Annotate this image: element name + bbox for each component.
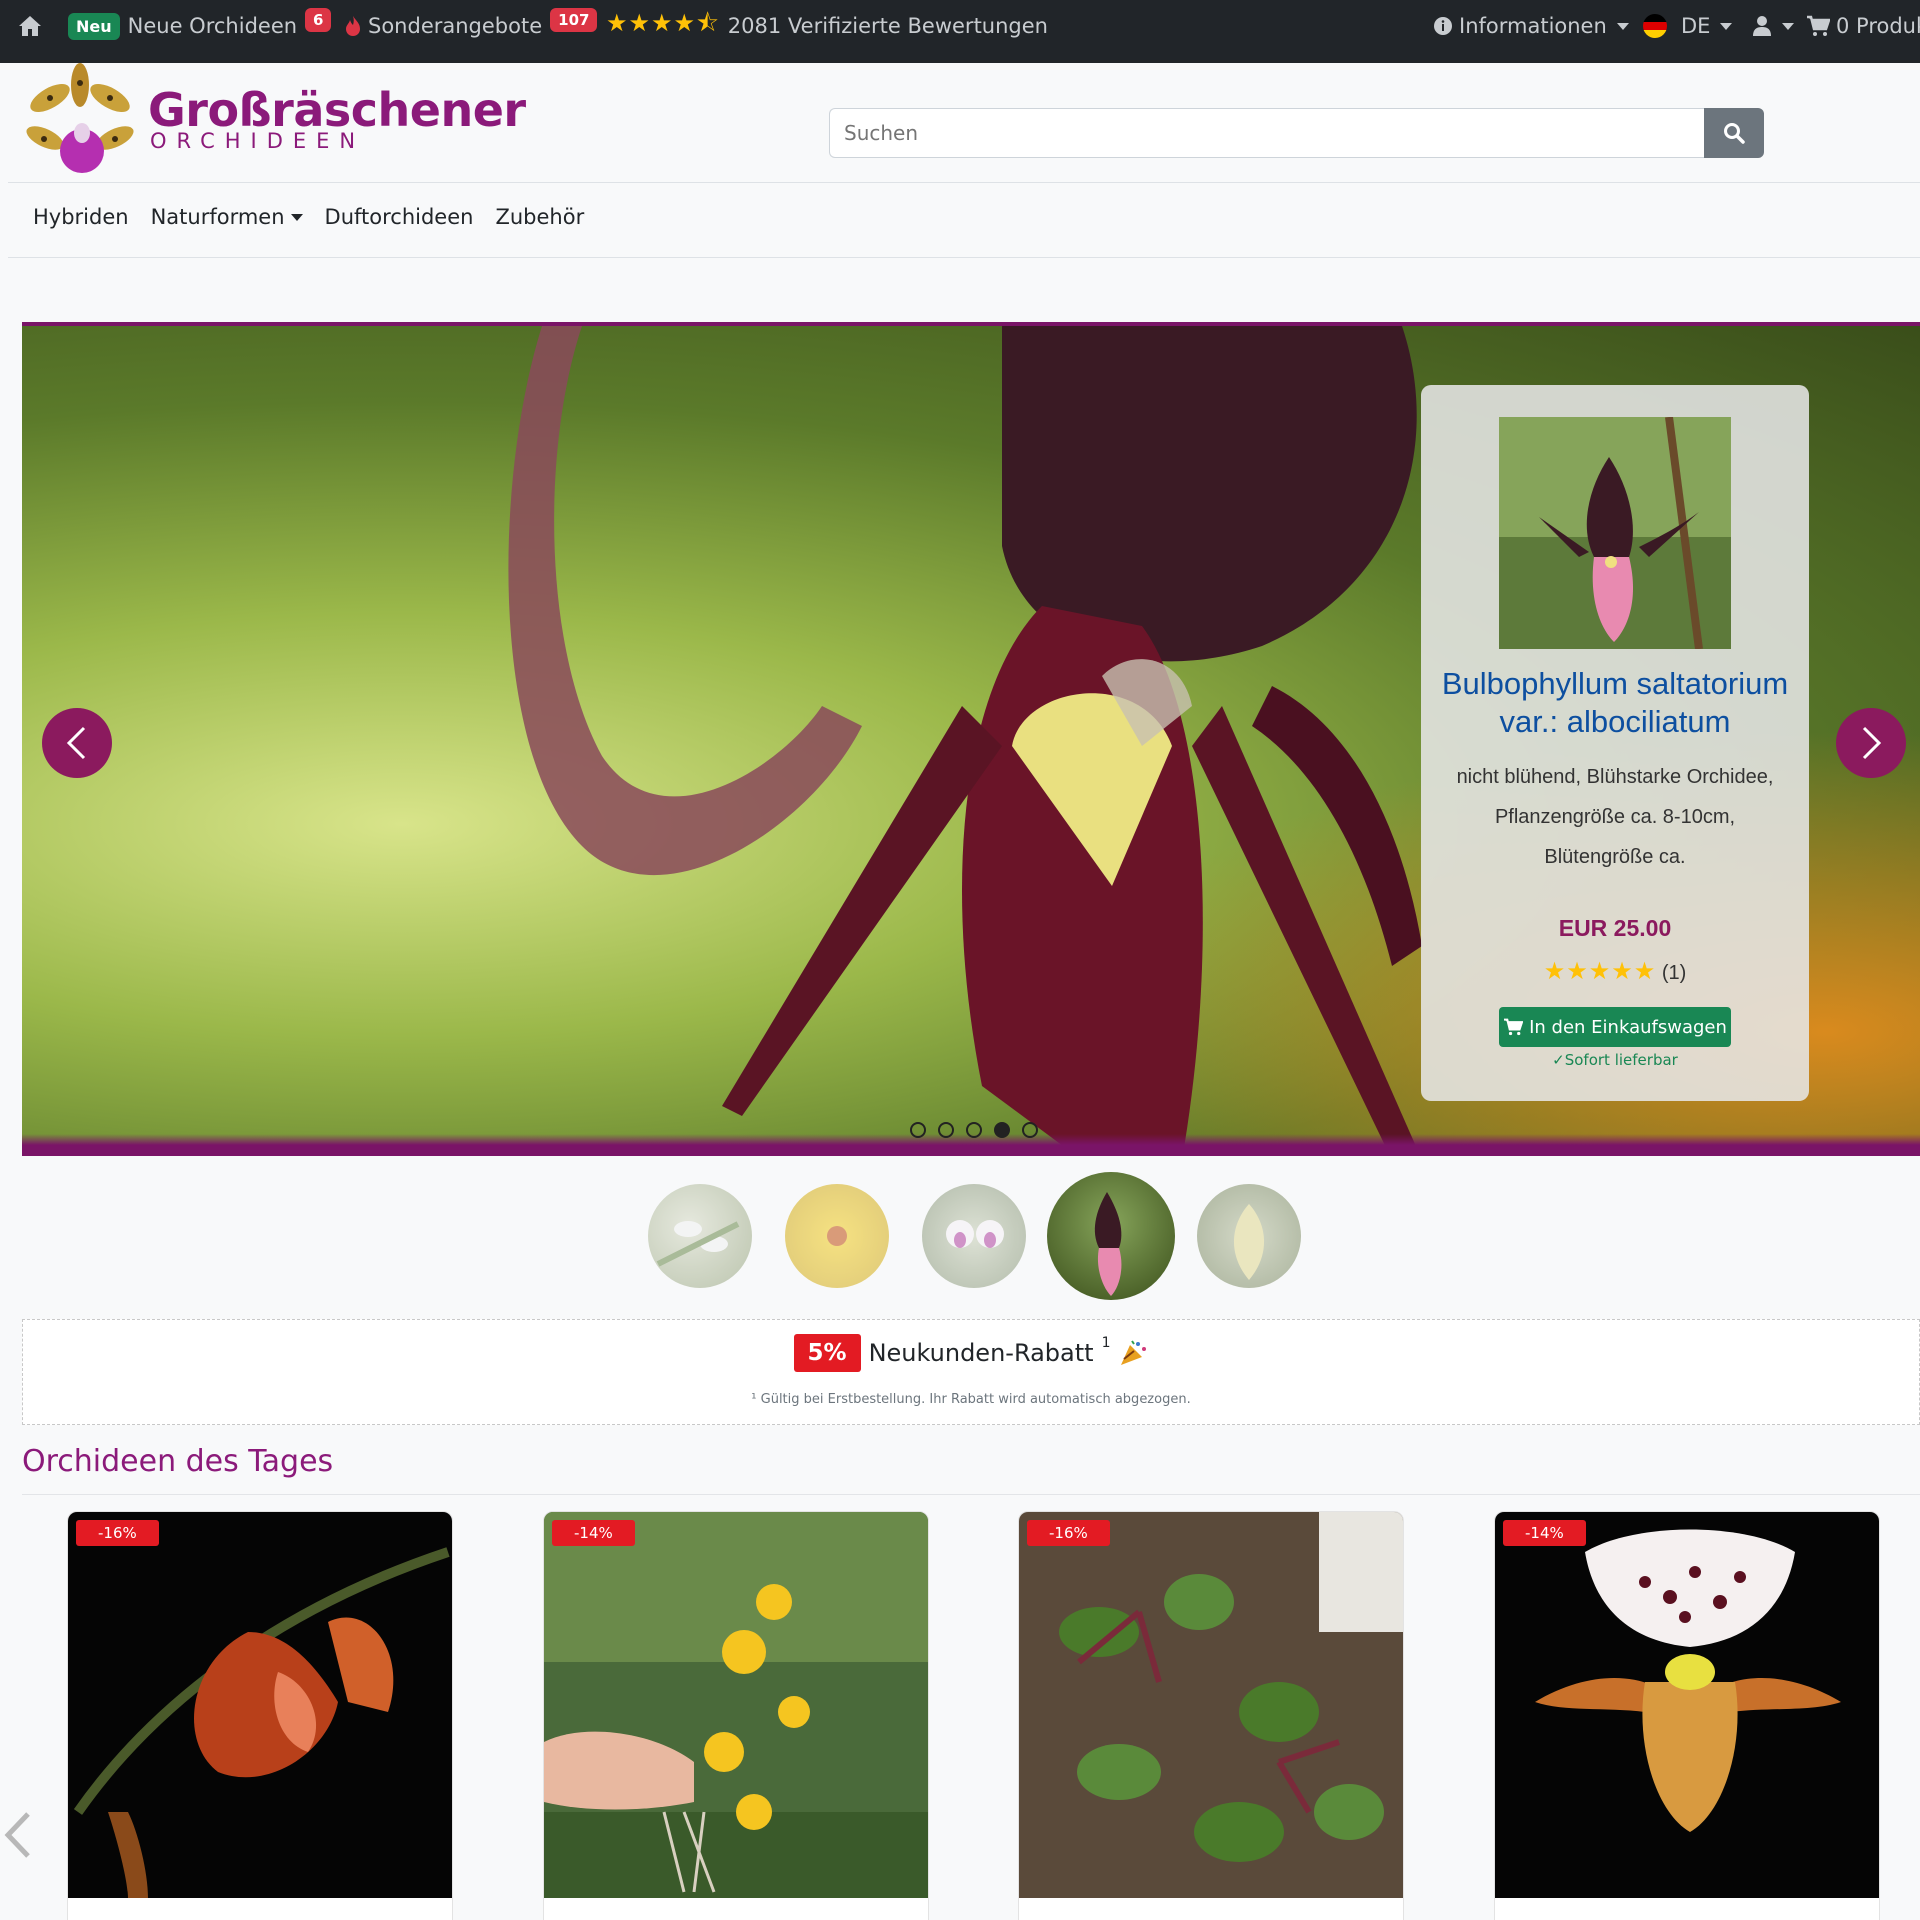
chevron-down-icon	[1720, 22, 1733, 30]
rating-count: (1)	[1661, 962, 1687, 984]
language-dropdown[interactable]: DE	[1643, 0, 1733, 52]
product-card[interactable]: -14%	[543, 1511, 929, 1920]
carousel-next-button[interactable]	[1836, 708, 1906, 778]
product-image[interactable]	[1499, 417, 1731, 649]
sale-badge: -16%	[1027, 1520, 1110, 1546]
thumbnail-3[interactable]	[922, 1184, 1026, 1288]
special-offers-link[interactable]: Sonderangebote 107	[344, 0, 598, 52]
product-price: EUR 25.00	[1558, 915, 1672, 941]
carousel-dot[interactable]	[910, 1122, 926, 1138]
home-icon	[19, 16, 41, 36]
product-card[interactable]: -16%	[1018, 1511, 1404, 1920]
product-image	[1495, 1512, 1879, 1898]
featured-product-card: Bulbophyllum saltatorium var.: albocilia…	[1421, 385, 1809, 1101]
germany-flag-icon	[1643, 14, 1667, 38]
sale-badge: -14%	[552, 1520, 635, 1546]
search-input[interactable]	[829, 108, 1704, 158]
new-customer-discount-banner: 5% Neukunden-Rabatt 1 ¹ Gültig bei Erstb…	[22, 1319, 1920, 1425]
nav-item-duftorchideen[interactable]: Duftorchideen	[325, 205, 474, 229]
product-image	[68, 1512, 452, 1898]
search-icon	[1724, 123, 1745, 144]
new-count-badge: 6	[305, 8, 332, 32]
discount-note: ¹ Gültig bei Erstbestellung. Ihr Rabatt …	[751, 1392, 1191, 1407]
thumbnail-4-active[interactable]	[1047, 1172, 1175, 1300]
header: Großräschener ORCHIDEEN	[0, 63, 1920, 183]
orchid-logo-icon	[26, 63, 134, 173]
nav-item-label: Naturformen	[150, 205, 285, 229]
discount-label: Neukunden-Rabatt	[868, 1339, 1094, 1367]
sale-badge: -14%	[1503, 1520, 1586, 1546]
add-to-cart-button[interactable]: In den Einkaufswagen	[1499, 1007, 1731, 1047]
carousel-thumbnails	[0, 1172, 1920, 1302]
cart-icon	[1807, 15, 1830, 36]
rating-stars: ★★★★⯪	[606, 8, 720, 37]
cart-icon	[1504, 1018, 1524, 1036]
logo-subtitle: ORCHIDEEN	[150, 129, 366, 153]
product-rating: ★★★★★ (1)	[1421, 957, 1809, 986]
chevron-right-icon	[1862, 726, 1882, 760]
rating-stars: ★★★★★	[1543, 958, 1657, 985]
fire-icon	[346, 16, 360, 36]
chevron-left-icon[interactable]	[2, 1810, 32, 1860]
thumbnail-5[interactable]	[1197, 1184, 1301, 1288]
discount-footnote-marker: 1	[1101, 1335, 1111, 1351]
carousel-dot[interactable]	[1022, 1122, 1038, 1138]
add-to-cart-label: In den Einkaufswagen	[1529, 1016, 1727, 1038]
product-image	[544, 1512, 928, 1898]
thumbnail-2[interactable]	[785, 1184, 889, 1288]
chevron-left-icon	[66, 726, 86, 760]
info-icon	[1434, 17, 1452, 35]
hero-carousel: Bulbophyllum saltatorium var.: albocilia…	[22, 322, 1920, 1156]
carousel-dot[interactable]	[938, 1122, 954, 1138]
nav-item-naturformen[interactable]: Naturformen	[151, 205, 303, 229]
cart-link[interactable]: 0 Produk	[1806, 0, 1920, 52]
reviews-link[interactable]: ★★★★⯪ 2081 Verifizierte Bewertungen	[606, 0, 1048, 52]
carousel-dot[interactable]	[966, 1122, 982, 1138]
carousel-dot-active[interactable]	[994, 1122, 1010, 1138]
product-image	[1019, 1512, 1403, 1898]
home-link[interactable]	[18, 0, 42, 52]
search-button[interactable]	[1704, 108, 1764, 158]
product-card[interactable]: -16%	[67, 1511, 453, 1920]
language-label: DE	[1681, 14, 1711, 38]
user-icon	[1753, 16, 1771, 36]
sale-badge: -16%	[76, 1520, 159, 1546]
info-label: Informationen	[1459, 14, 1607, 38]
discount-badge: 5%	[793, 1334, 861, 1372]
account-dropdown[interactable]	[1752, 0, 1794, 52]
new-badge: Neu	[68, 12, 120, 40]
product-card[interactable]: -14%	[1494, 1511, 1880, 1920]
special-offers-label: Sonderangebote	[368, 14, 543, 38]
thumbnail-1[interactable]	[648, 1184, 752, 1288]
new-orchids-link[interactable]: Neu Neue Orchideen 6	[68, 0, 332, 52]
chevron-down-icon	[1616, 22, 1629, 30]
product-description: nicht blühend, Blühstarke Orchidee, Pfla…	[1456, 766, 1774, 868]
logo[interactable]: Großräschener ORCHIDEEN	[0, 63, 526, 183]
nav-item-hybriden[interactable]: Hybriden	[33, 205, 129, 229]
product-title[interactable]: Bulbophyllum saltatorium var.: albocilia…	[1431, 665, 1799, 741]
divider	[22, 1494, 1920, 1495]
stock-status: ✓Sofort lieferbar	[1552, 1051, 1678, 1069]
new-orchids-label: Neue Orchideen	[127, 14, 298, 38]
search-form	[829, 108, 1764, 158]
nav-item-zubehoer[interactable]: Zubehör	[495, 205, 584, 229]
party-popper-icon	[1121, 1340, 1147, 1365]
carousel-indicators	[910, 1122, 1038, 1138]
carousel-prev-button[interactable]	[42, 708, 112, 778]
chevron-down-icon	[290, 213, 303, 221]
offers-count-badge: 107	[550, 8, 598, 32]
divider	[8, 257, 1920, 258]
main-nav: Hybriden Naturformen Duftorchideen Zubeh…	[33, 205, 584, 229]
section-title: Orchideen des Tages	[22, 1444, 334, 1479]
chevron-down-icon	[1782, 22, 1794, 30]
info-dropdown[interactable]: Informationen	[1433, 0, 1629, 52]
top-bar: Neu Neue Orchideen 6 Sonderangebote 107 …	[0, 0, 1920, 63]
divider	[8, 182, 1920, 183]
cart-label: 0 Produk	[1836, 14, 1920, 38]
reviews-label: 2081 Verifizierte Bewertungen	[727, 14, 1048, 38]
